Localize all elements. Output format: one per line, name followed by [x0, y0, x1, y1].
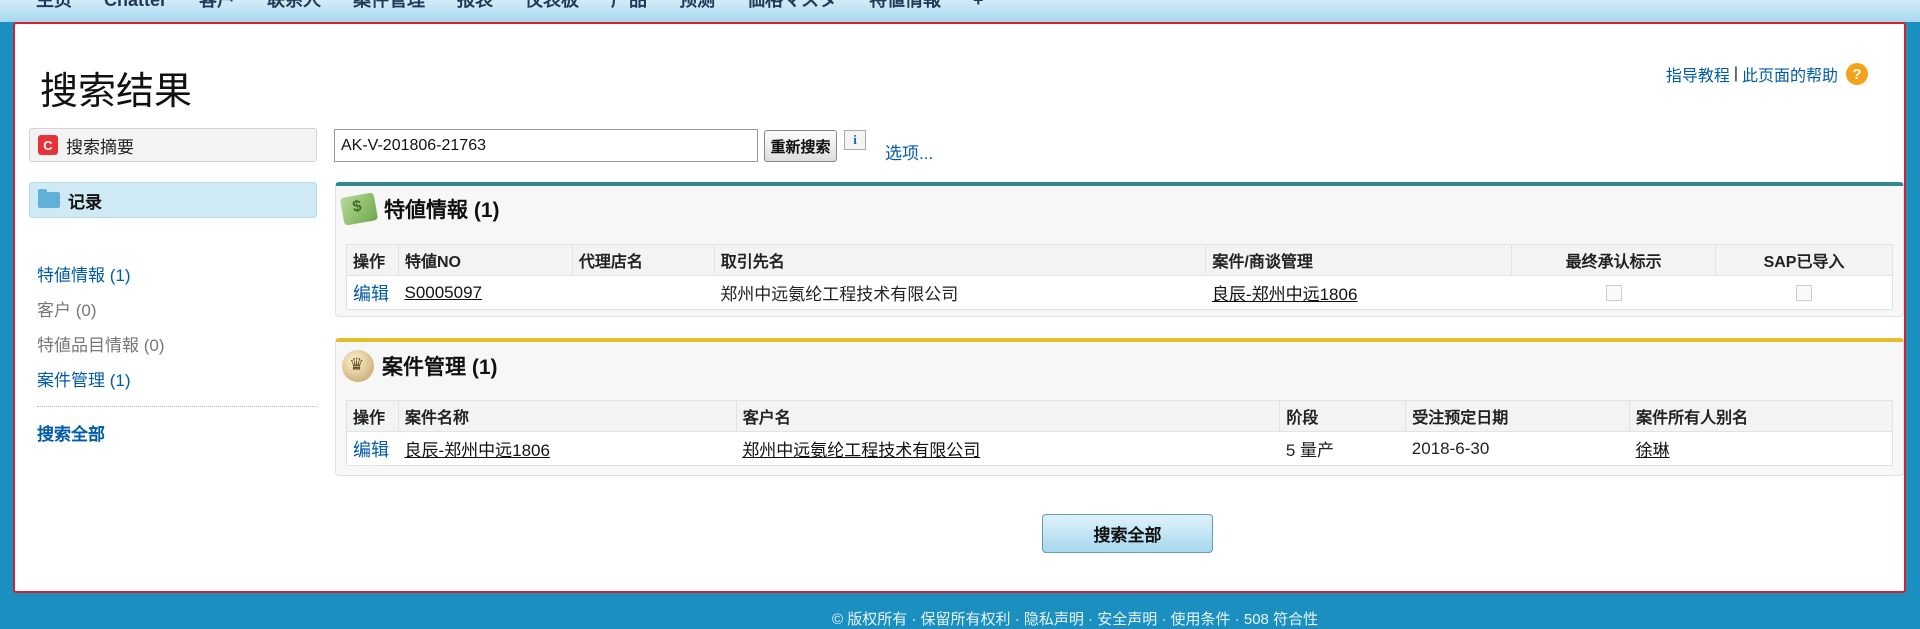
column-header[interactable]: 客户名: [735, 400, 1281, 432]
tab-chatter[interactable]: Chatter: [104, 0, 167, 12]
tab-products[interactable]: 产品: [611, 0, 647, 12]
help-separator: |: [1733, 65, 1738, 82]
agent-name-cell: [572, 275, 715, 310]
sidebar-item-label: 特値品目情報: [37, 336, 139, 355]
section-title: 案件管理 (1): [382, 356, 498, 379]
column-header[interactable]: 特値NO: [397, 244, 573, 276]
sidebar-item-label: 特値情報: [37, 266, 105, 285]
table-header-row: 操作 特値NO 代理店名 取引先名 案件/商谈管理 最终承认标示 SAP已导入: [346, 244, 1893, 276]
search-summary-header[interactable]: C 搜索摘要: [29, 128, 317, 162]
tab-reports[interactable]: 报表: [457, 0, 493, 12]
page-help-link[interactable]: 此页面的帮助: [1742, 62, 1838, 86]
sidebar-item-label: 案件管理: [37, 371, 105, 390]
column-header[interactable]: SAP已导入: [1715, 244, 1893, 276]
order-date-cell: 2018-6-30: [1405, 431, 1630, 466]
section-header: 案件管理 (1): [342, 350, 498, 382]
tab-list: 主页 Chatter 客户 联系人 案件管理 报表 仪表板 产品 预测 価格マス…: [36, 0, 1016, 12]
search-all-button[interactable]: 搜索全部: [1042, 514, 1213, 553]
folder-icon: [38, 189, 60, 208]
sidebar-search-all-link[interactable]: 搜索全部: [37, 420, 105, 445]
stage-cell: 5 量产: [1279, 431, 1406, 466]
special-price-no-link[interactable]: S0005097: [404, 283, 482, 302]
sidebar-item-count: (1): [109, 371, 131, 390]
column-header: 操作: [346, 244, 399, 276]
search-summary-icon: C: [38, 135, 58, 155]
owner-alias-link[interactable]: 徐琳: [1636, 441, 1670, 460]
section-header: 特値情報 (1): [339, 192, 500, 226]
special-price-results-table: 操作 特値NO 代理店名 取引先名 案件/商谈管理 最终承认标示 SAP已导入 …: [346, 244, 1893, 310]
case-results-table: 操作 案件名称 客户名 阶段 受注预定日期 案件所有人别名 编辑 良辰-郑州中远…: [346, 400, 1893, 466]
help-icon[interactable]: ?: [1846, 63, 1868, 85]
sidebar-item-count: (0): [143, 336, 165, 355]
records-header: 记录: [29, 182, 317, 218]
tutorial-link[interactable]: 指导教程: [1666, 62, 1730, 86]
search-summary-label: 搜索摘要: [66, 137, 134, 157]
main-panel: 搜索结果 指导教程 | 此页面的帮助 ? C 搜索摘要 记录 特値情報 (1) …: [13, 22, 1906, 593]
column-header[interactable]: 案件名称: [397, 400, 737, 432]
top-tab-bar: 主页 Chatter 客户 联系人 案件管理 报表 仪表板 产品 预测 価格マス…: [0, 0, 1920, 22]
table-row: 编辑 良辰-郑州中远1806 郑州中远氨纶工程技术有限公司 5 量产 2018-…: [346, 431, 1893, 466]
sidebar-item-accounts: 客户 (0): [37, 293, 165, 328]
info-icon[interactable]: i: [844, 130, 866, 150]
records-label: 记录: [68, 192, 102, 212]
column-header[interactable]: 最终承认标示: [1511, 244, 1717, 276]
case-name-link[interactable]: 良辰-郑州中远1806: [404, 441, 549, 460]
tab-accounts[interactable]: 客户: [199, 0, 235, 12]
client-name-cell: 郑州中远氨纶工程技术有限公司: [714, 275, 1206, 310]
column-header: 操作: [346, 400, 399, 432]
column-header[interactable]: 受注预定日期: [1405, 400, 1631, 432]
edit-link[interactable]: 编辑: [353, 284, 389, 304]
money-icon: [339, 192, 379, 226]
sidebar-item-special-price-items: 特値品目情報 (0): [37, 328, 165, 363]
tab-cases[interactable]: 案件管理: [353, 0, 425, 12]
sidebar-item-label: 客户: [37, 301, 71, 320]
tab-price-master[interactable]: 価格マスタ: [747, 0, 837, 12]
column-header[interactable]: 取引先名: [713, 244, 1207, 276]
table-header-row: 操作 案件名称 客户名 阶段 受注预定日期 案件所有人别名: [346, 400, 1893, 432]
search-options-link[interactable]: 选项...: [885, 139, 933, 164]
tab-home[interactable]: 主页: [36, 0, 72, 12]
column-header[interactable]: 阶段: [1279, 400, 1407, 432]
tab-forecasts[interactable]: 预测: [679, 0, 715, 12]
help-links: 指导教程 | 此页面的帮助 ?: [1666, 62, 1868, 86]
tab-special-price[interactable]: 特値情報: [869, 0, 941, 12]
sidebar-divider: [37, 406, 317, 407]
edit-link[interactable]: 编辑: [353, 440, 389, 460]
page-title: 搜索结果: [40, 71, 193, 113]
re-search-button[interactable]: 重新搜索: [764, 130, 837, 162]
sidebar-item-cases[interactable]: 案件管理 (1): [37, 363, 165, 398]
tab-dashboards[interactable]: 仪表板: [525, 0, 579, 12]
crown-icon: [342, 350, 374, 382]
sidebar-item-count: (1): [109, 266, 131, 285]
column-header[interactable]: 案件所有人别名: [1629, 400, 1893, 432]
table-row: 编辑 S0005097 郑州中远氨纶工程技术有限公司 良辰-郑州中远1806: [346, 275, 1893, 310]
final-approval-checkbox: [1605, 285, 1622, 302]
sap-imported-checkbox: [1795, 285, 1812, 302]
case-link[interactable]: 良辰-郑州中远1806: [1212, 285, 1357, 304]
client-name-link[interactable]: 郑州中远氨纶工程技术有限公司: [742, 441, 980, 460]
case-management-results-section: 案件管理 (1) 操作 案件名称 客户名 阶段 受注预定日期 案件所有人别名 编…: [335, 338, 1904, 476]
column-header[interactable]: 代理店名: [571, 244, 715, 276]
section-title: 特値情報 (1): [384, 199, 500, 222]
tab-more-plus[interactable]: +: [973, 0, 984, 12]
tab-contacts[interactable]: 联系人: [267, 0, 321, 12]
column-header[interactable]: 案件/商谈管理: [1205, 244, 1513, 276]
sidebar-item-count: (0): [75, 301, 97, 320]
special-price-results-section: 特値情報 (1) 操作 特値NO 代理店名 取引先名 案件/商谈管理 最终承认标…: [335, 182, 1904, 317]
search-input[interactable]: [334, 129, 758, 162]
sidebar-item-special-price[interactable]: 特値情報 (1): [37, 258, 165, 293]
footer-text: © 版权所有 · 保留所有权利 · 隐私声明 · 安全声明 · 使用条件 · 5…: [832, 611, 1319, 628]
sidebar-object-list: 特値情報 (1) 客户 (0) 特値品目情報 (0) 案件管理 (1): [37, 258, 165, 398]
